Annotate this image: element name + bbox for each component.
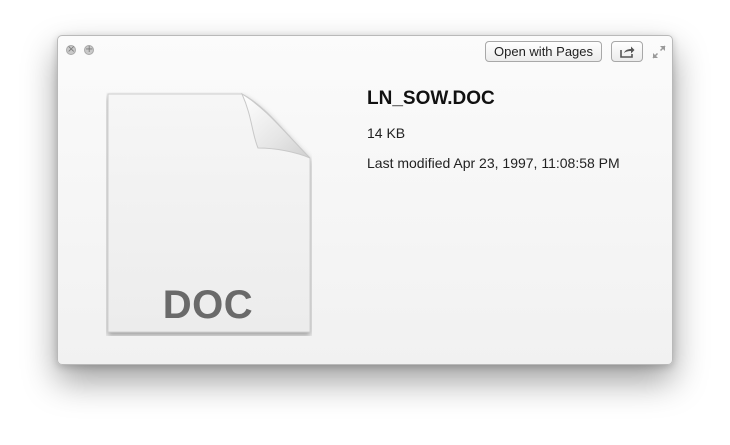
share-icon [620,46,635,58]
quicklook-window: × + Open with Pages DOC LN_SOW.DOC 14 KB… [57,35,673,365]
open-with-button[interactable]: Open with Pages [485,41,603,62]
file-modified-date: Last modified Apr 23, 1997, 11:08:58 PM [367,155,620,171]
expand-fullscreen-button[interactable] [651,44,667,60]
share-button[interactable] [611,41,643,62]
expand-arrows-icon [652,45,666,59]
fullsize-window-button[interactable]: + [84,45,94,55]
file-name: LN_SOW.DOC [367,88,495,109]
plus-icon: + [85,44,94,55]
file-type-label: DOC [162,283,254,327]
file-size: 14 KB [367,125,406,141]
close-icon: × [67,44,76,55]
close-window-button[interactable]: × [66,45,76,55]
